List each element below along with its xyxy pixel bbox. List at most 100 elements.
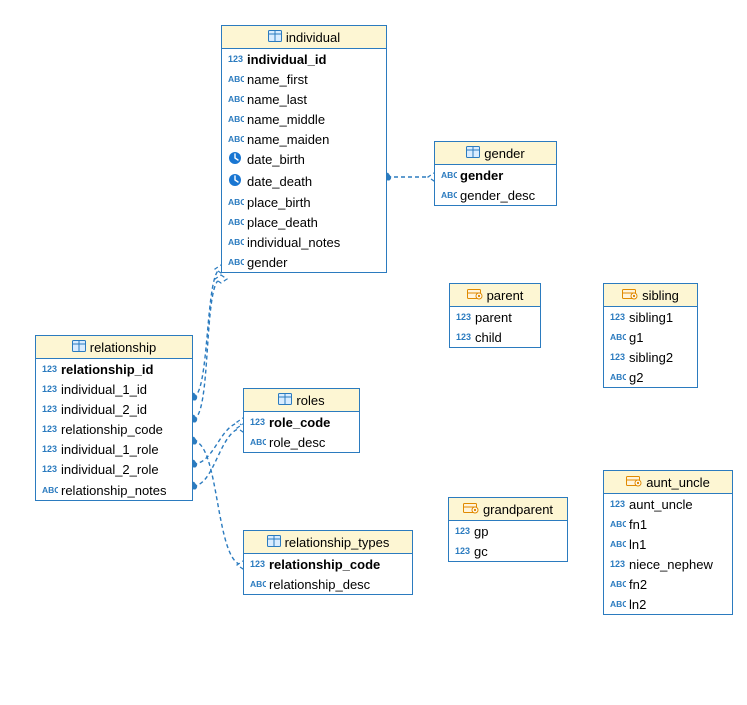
column-row[interactable]: ABCname_maiden bbox=[222, 129, 386, 149]
column-row[interactable]: ABCname_middle bbox=[222, 109, 386, 129]
column-row[interactable]: 123individual_1_role bbox=[36, 439, 192, 459]
column-row[interactable]: ABCln1 bbox=[604, 534, 732, 554]
entity-grandparent[interactable]: grandparent123gp123gc bbox=[448, 497, 568, 562]
number-type-icon: 123 bbox=[610, 557, 626, 572]
column-name: relationship_desc bbox=[269, 577, 370, 592]
svg-text:123: 123 bbox=[456, 312, 471, 322]
number-type-icon: 123 bbox=[42, 442, 58, 457]
column-row[interactable]: 123sibling2 bbox=[604, 347, 697, 367]
entity-gender[interactable]: genderABCgenderABCgender_desc bbox=[434, 141, 557, 206]
entity-title: roles bbox=[296, 393, 324, 408]
column-row[interactable]: date_death bbox=[222, 170, 386, 191]
column-name: child bbox=[475, 330, 502, 345]
column-row[interactable]: 123parent bbox=[450, 307, 540, 327]
fk-connector bbox=[193, 422, 243, 464]
entity-header[interactable]: individual bbox=[222, 26, 386, 49]
svg-text:ABC: ABC bbox=[228, 257, 244, 267]
column-name: place_death bbox=[247, 215, 318, 230]
column-row[interactable]: ABCrole_desc bbox=[244, 432, 359, 452]
text-type-icon: ABC bbox=[228, 235, 244, 250]
column-row[interactable]: ABCgender bbox=[435, 165, 556, 185]
column-row[interactable]: 123individual_1_id bbox=[36, 379, 192, 399]
number-type-icon: 123 bbox=[42, 382, 58, 397]
column-name: individual_id bbox=[247, 52, 326, 67]
fk-connector bbox=[193, 428, 243, 486]
column-row[interactable]: ABCname_first bbox=[222, 69, 386, 89]
column-row[interactable]: ABCfn2 bbox=[604, 574, 732, 594]
column-row[interactable]: 123role_code bbox=[244, 412, 359, 432]
column-name: niece_nephew bbox=[629, 557, 713, 572]
svg-text:123: 123 bbox=[42, 424, 57, 434]
column-name: aunt_uncle bbox=[629, 497, 693, 512]
column-row[interactable]: date_birth bbox=[222, 149, 386, 170]
column-name: relationship_code bbox=[269, 557, 380, 572]
date-type-icon bbox=[228, 173, 244, 190]
column-row[interactable]: ABCg1 bbox=[604, 327, 697, 347]
column-row[interactable]: 123relationship_id bbox=[36, 359, 192, 379]
svg-text:123: 123 bbox=[42, 464, 57, 474]
column-row[interactable]: ABCindividual_notes bbox=[222, 232, 386, 252]
entity-parent[interactable]: parent123parent123child bbox=[449, 283, 541, 348]
column-row[interactable]: 123child bbox=[450, 327, 540, 347]
entity-header[interactable]: aunt_uncle bbox=[604, 471, 732, 494]
number-type-icon: 123 bbox=[250, 557, 266, 572]
column-row[interactable]: ABCfn1 bbox=[604, 514, 732, 534]
entity-header[interactable]: parent bbox=[450, 284, 540, 307]
text-type-icon: ABC bbox=[250, 577, 266, 592]
entity-title: sibling bbox=[642, 288, 679, 303]
svg-text:ABC: ABC bbox=[610, 599, 626, 609]
column-row[interactable]: ABCplace_birth bbox=[222, 192, 386, 212]
entity-header[interactable]: grandparent bbox=[449, 498, 567, 521]
column-row[interactable]: 123individual_2_role bbox=[36, 459, 192, 479]
svg-text:ABC: ABC bbox=[610, 579, 626, 589]
date-type-icon bbox=[228, 151, 244, 168]
column-name: individual_2_id bbox=[61, 402, 147, 417]
column-row[interactable]: 123relationship_code bbox=[244, 554, 412, 574]
entity-aunt_uncle[interactable]: aunt_uncle123aunt_uncleABCfn1ABCln1123ni… bbox=[603, 470, 733, 615]
column-row[interactable]: 123individual_2_id bbox=[36, 399, 192, 419]
text-type-icon: ABC bbox=[610, 597, 626, 612]
svg-text:123: 123 bbox=[42, 444, 57, 454]
svg-text:123: 123 bbox=[455, 546, 470, 556]
number-type-icon: 123 bbox=[42, 462, 58, 477]
column-row[interactable]: ABCg2 bbox=[604, 367, 697, 387]
column-row[interactable]: ABCgender bbox=[222, 252, 386, 272]
column-name: relationship_code bbox=[61, 422, 163, 437]
column-row[interactable]: ABCplace_death bbox=[222, 212, 386, 232]
entity-relationship[interactable]: relationship123relationship_id123individ… bbox=[35, 335, 193, 501]
svg-text:ABC: ABC bbox=[610, 519, 626, 529]
column-row[interactable]: ABCln2 bbox=[604, 594, 732, 614]
entity-header[interactable]: roles bbox=[244, 389, 359, 412]
column-row[interactable]: 123gc bbox=[449, 541, 567, 561]
number-type-icon: 123 bbox=[610, 497, 626, 512]
entity-title: relationship_types bbox=[285, 535, 390, 550]
column-row[interactable]: 123 niece_nephew bbox=[604, 554, 732, 574]
view-icon bbox=[626, 475, 642, 490]
entity-header[interactable]: sibling bbox=[604, 284, 697, 307]
column-row[interactable]: 123sibling1 bbox=[604, 307, 697, 327]
column-row[interactable]: 123individual_id bbox=[222, 49, 386, 69]
svg-text:123: 123 bbox=[42, 364, 57, 374]
column-name: gender bbox=[460, 168, 503, 183]
entity-title: aunt_uncle bbox=[646, 475, 710, 490]
column-row[interactable]: ABCgender_desc bbox=[435, 185, 556, 205]
column-row[interactable]: 123 relationship_code bbox=[36, 419, 192, 439]
column-row[interactable]: ABCname_last bbox=[222, 89, 386, 109]
text-type-icon: ABC bbox=[228, 92, 244, 107]
entity-header[interactable]: gender bbox=[435, 142, 556, 165]
column-row[interactable]: ABCrelationship_notes bbox=[36, 479, 192, 499]
entity-roles[interactable]: roles 123role_codeABCrole_desc bbox=[243, 388, 360, 453]
entity-sibling[interactable]: sibling 123sibling1ABCg1123sibling2ABCg2 bbox=[603, 283, 698, 388]
svg-text:ABC: ABC bbox=[228, 114, 244, 124]
number-type-icon: 123 bbox=[228, 52, 244, 67]
column-row[interactable]: 123gp bbox=[449, 521, 567, 541]
column-name: individual_1_id bbox=[61, 382, 147, 397]
svg-text:123: 123 bbox=[610, 559, 625, 569]
entity-header[interactable]: relationship bbox=[36, 336, 192, 359]
column-row[interactable]: ABCrelationship_desc bbox=[244, 574, 412, 594]
entity-individual[interactable]: individual123individual_idABCname_firstA… bbox=[221, 25, 387, 273]
text-type-icon: ABC bbox=[228, 215, 244, 230]
column-row[interactable]: 123aunt_uncle bbox=[604, 494, 732, 514]
entity-relationship_types[interactable]: relationship_types123relationship_codeAB… bbox=[243, 530, 413, 595]
entity-header[interactable]: relationship_types bbox=[244, 531, 412, 554]
